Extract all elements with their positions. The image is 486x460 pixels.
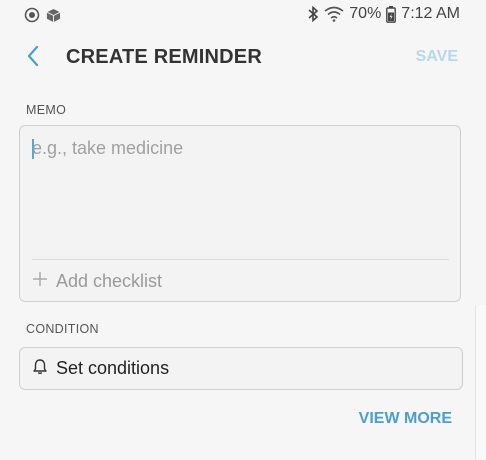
memo-divider (32, 259, 449, 260)
memo-input[interactable] (32, 138, 442, 248)
chevron-left-icon (26, 45, 40, 72)
bell-icon (32, 358, 48, 380)
text-cursor (32, 139, 34, 159)
wifi-icon (324, 6, 344, 22)
set-conditions-label: Set conditions (56, 358, 170, 378)
scroll-edge (475, 305, 486, 460)
status-left-icons (24, 7, 61, 23)
add-checklist-button[interactable]: Add checklist (32, 271, 162, 292)
battery-icon (386, 5, 397, 23)
status-bar: 70% 7:12 AM (0, 0, 486, 32)
app-bar: CREATE REMINDER SAVE (0, 38, 486, 78)
focus-icon (24, 7, 40, 23)
memo-box: Add checklist (19, 125, 461, 302)
status-right-icons: 70% 7:12 AM (307, 5, 460, 23)
save-button[interactable]: SAVE (416, 48, 458, 66)
back-button[interactable] (20, 44, 46, 72)
memo-label: MEMO (26, 103, 67, 117)
package-icon (46, 8, 61, 23)
battery-percent: 70% (349, 5, 382, 22)
page-title: CREATE REMINDER (66, 46, 262, 68)
set-conditions-button[interactable]: Set conditions (19, 347, 463, 390)
view-more-button[interactable]: VIEW MORE (359, 410, 452, 428)
condition-label: CONDITION (26, 322, 99, 336)
status-time: 7:12 AM (401, 5, 460, 22)
plus-icon (32, 271, 48, 292)
add-checklist-label: Add checklist (56, 271, 163, 291)
bluetooth-icon (307, 5, 319, 23)
